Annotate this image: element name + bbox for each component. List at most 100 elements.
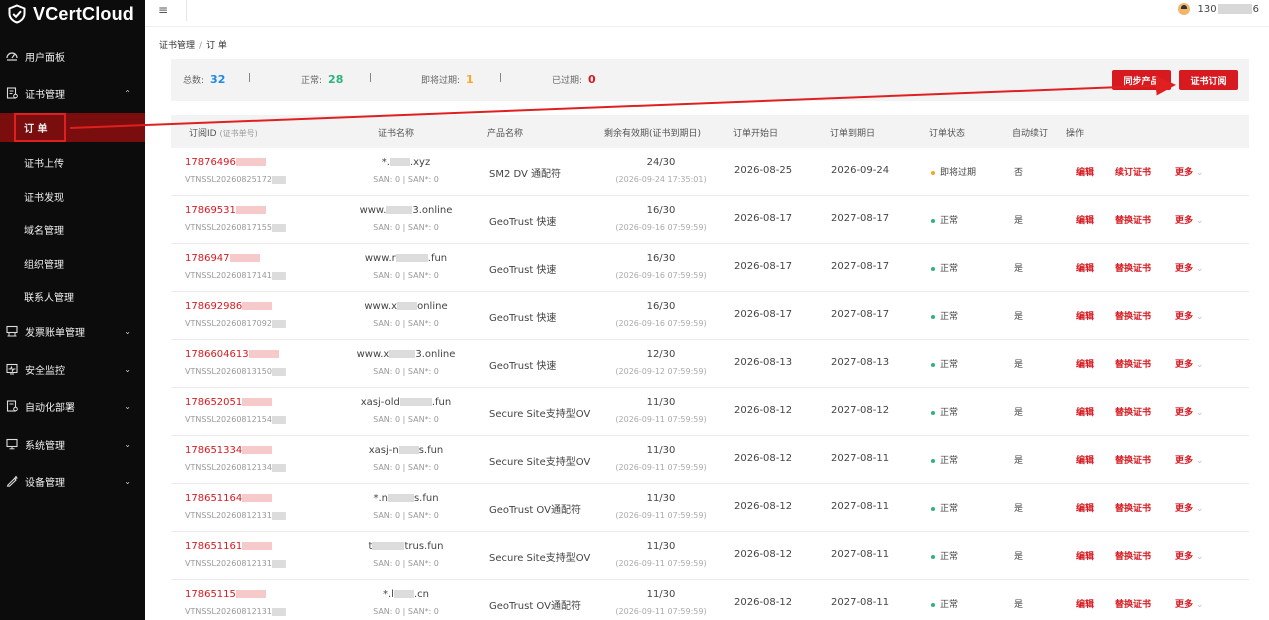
status-text: 正常 bbox=[940, 504, 959, 514]
stat-separator: | bbox=[499, 73, 503, 83]
menu-toggle-icon[interactable]: ≡ bbox=[158, 3, 168, 17]
order-id-link[interactable]: 178651334 bbox=[185, 445, 273, 456]
edit-link[interactable]: 编辑 bbox=[1076, 597, 1094, 610]
status-dot bbox=[931, 458, 935, 463]
sidebar-subitem-org-management[interactable]: 组织管理 bbox=[0, 256, 145, 271]
highlight-box bbox=[14, 113, 66, 142]
chevron-down-icon: ⌄ bbox=[1196, 600, 1204, 610]
more-dropdown[interactable]: 更多 ⌄ bbox=[1175, 453, 1204, 466]
order-id-link[interactable]: 17869531 bbox=[185, 205, 266, 216]
renew-replace-link[interactable]: 替换证书 bbox=[1115, 597, 1151, 610]
sidebar-subitem-cert-upload[interactable]: 证书上传 bbox=[0, 155, 145, 170]
sidebar-subitem-contact-management[interactable]: 联系人管理 bbox=[0, 289, 145, 304]
product-name: GeoTrust OV通配符 bbox=[489, 505, 581, 516]
order-number: VTNSSL20260817155 bbox=[185, 223, 286, 232]
sidebar-item-system[interactable]: 系统管理 ⌄ bbox=[0, 436, 145, 452]
order-number: VTNSSL20260812131 bbox=[185, 607, 286, 616]
breadcrumb-parent[interactable]: 证书管理 bbox=[159, 41, 195, 51]
more-dropdown[interactable]: 更多 ⌄ bbox=[1175, 213, 1204, 226]
stat-label: 总数: bbox=[183, 76, 205, 86]
edit-link[interactable]: 编辑 bbox=[1076, 405, 1094, 418]
edit-link[interactable]: 编辑 bbox=[1076, 213, 1094, 226]
more-dropdown[interactable]: 更多 ⌄ bbox=[1175, 357, 1204, 370]
sidebar-item-invoice[interactable]: 发票账单管理 ⌄ bbox=[0, 323, 145, 339]
product-name: GeoTrust 快速 bbox=[489, 217, 557, 228]
more-dropdown[interactable]: 更多 ⌄ bbox=[1175, 405, 1204, 418]
order-number-text: VTNSSL20260817092 bbox=[185, 319, 272, 328]
sidebar-item-security-monitor[interactable]: 安全监控 ⌄ bbox=[0, 361, 145, 377]
user-menu[interactable]: 130 6 bbox=[1177, 3, 1259, 15]
order-id-link[interactable]: 178651164 bbox=[185, 493, 273, 504]
edit-link[interactable]: 编辑 bbox=[1076, 501, 1094, 514]
start-date: 2026-08-25 bbox=[734, 165, 793, 176]
more-dropdown[interactable]: 更多 ⌄ bbox=[1175, 261, 1204, 274]
table-row: 178651161 VTNSSL20260812131 t trus.fun SAN: … bbox=[171, 532, 1249, 580]
renew-replace-link[interactable]: 替换证书 bbox=[1115, 549, 1151, 562]
edit-link[interactable]: 编辑 bbox=[1076, 165, 1094, 178]
edit-link[interactable]: 编辑 bbox=[1076, 453, 1094, 466]
redaction-mask bbox=[271, 223, 286, 232]
sidebar-subitem-cert-discovery[interactable]: 证书发现 bbox=[0, 189, 145, 204]
order-number: VTNSSL20260817092 bbox=[185, 319, 286, 328]
edit-link[interactable]: 编辑 bbox=[1076, 357, 1094, 370]
more-dropdown[interactable]: 更多 ⌄ bbox=[1175, 501, 1204, 514]
renew-replace-link[interactable]: 替换证书 bbox=[1115, 213, 1151, 226]
renew-replace-link[interactable]: 替换证书 bbox=[1115, 453, 1151, 466]
sidebar-item-label: 自动化部署 bbox=[25, 402, 75, 414]
status-text: 正常 bbox=[940, 264, 959, 274]
brand[interactable]: VCertCloud bbox=[0, 0, 145, 28]
renew-replace-link[interactable]: 替换证书 bbox=[1115, 261, 1151, 274]
order-id-link[interactable]: 178652051 bbox=[185, 397, 273, 408]
auto-renew: 是 bbox=[1014, 600, 1024, 610]
more-dropdown[interactable]: 更多 ⌄ bbox=[1175, 549, 1204, 562]
sidebar-item-label: 设备管理 bbox=[25, 477, 65, 489]
order-id-text: 178651161 bbox=[185, 541, 243, 552]
order-id-link[interactable]: 178692986 bbox=[185, 301, 273, 312]
status-badge: 正常 bbox=[931, 309, 958, 322]
start-date: 2026-08-12 bbox=[734, 453, 793, 464]
chevron-down-icon: ⌄ bbox=[1196, 360, 1204, 370]
order-id-link[interactable]: 1786604613 bbox=[185, 349, 279, 360]
sidebar-item-auto-deploy[interactable]: 自动化部署 ⌄ bbox=[0, 398, 145, 414]
more-dropdown[interactable]: 更多 ⌄ bbox=[1175, 597, 1204, 610]
col-ops: 操作 bbox=[1066, 129, 1085, 139]
renew-replace-link[interactable]: 替换证书 bbox=[1115, 309, 1151, 322]
end-date: 2026-09-24 bbox=[831, 165, 890, 176]
cert-domain: www. 3.online bbox=[351, 205, 461, 216]
sidebar-item-device[interactable]: 设备管理 ⌄ bbox=[0, 473, 145, 489]
col-remaining: 剩余有效期(证书到期日) bbox=[604, 129, 702, 139]
subscribe-cert-button[interactable]: 证书订阅 bbox=[1179, 70, 1238, 90]
order-id-link[interactable]: 178651161 bbox=[185, 541, 273, 552]
order-id-text: 17865115 bbox=[185, 589, 236, 600]
sidebar-item-cert-management[interactable]: 证书管理 ⌃ bbox=[0, 85, 145, 101]
sync-products-button[interactable]: 同步产品 bbox=[1112, 70, 1171, 90]
auto-renew: 是 bbox=[1014, 408, 1024, 418]
renew-replace-link[interactable]: 替换证书 bbox=[1115, 405, 1151, 418]
edit-link[interactable]: 编辑 bbox=[1076, 309, 1094, 322]
more-label: 更多 bbox=[1175, 264, 1194, 274]
sidebar-item-dashboard[interactable]: 用户面板 bbox=[0, 48, 145, 64]
order-id-link[interactable]: 17865115 bbox=[185, 589, 266, 600]
status-dot bbox=[931, 410, 935, 415]
renew-replace-link[interactable]: 替换证书 bbox=[1115, 501, 1151, 514]
user-name-suffix: 6 bbox=[1252, 3, 1259, 15]
chevron-down-icon: ⌄ bbox=[1196, 408, 1204, 418]
more-dropdown[interactable]: 更多 ⌄ bbox=[1175, 309, 1204, 322]
more-label: 更多 bbox=[1175, 216, 1194, 226]
end-date: 2027-08-11 bbox=[831, 501, 890, 512]
order-id-link[interactable]: 17876496 bbox=[185, 157, 266, 168]
order-id-link[interactable]: 1786947 bbox=[185, 253, 260, 264]
stat-expired: 已过期: 0 bbox=[552, 73, 596, 86]
renew-replace-link[interactable]: 续订证书 bbox=[1115, 165, 1151, 178]
status-badge: 正常 bbox=[931, 357, 958, 370]
stat-value: 0 bbox=[588, 73, 596, 86]
renew-replace-link[interactable]: 替换证书 bbox=[1115, 357, 1151, 370]
status-badge: 正常 bbox=[931, 549, 958, 562]
edit-link[interactable]: 编辑 bbox=[1076, 549, 1094, 562]
more-dropdown[interactable]: 更多 ⌄ bbox=[1175, 165, 1204, 178]
sidebar-subitem-domain-management[interactable]: 域名管理 bbox=[0, 222, 145, 237]
edit-link[interactable]: 编辑 bbox=[1076, 261, 1094, 274]
order-number-text: VTNSSL20260812131 bbox=[185, 607, 272, 616]
sidebar-item-label: 安全监控 bbox=[25, 365, 65, 377]
remaining-days: 16/30 bbox=[646, 205, 676, 216]
